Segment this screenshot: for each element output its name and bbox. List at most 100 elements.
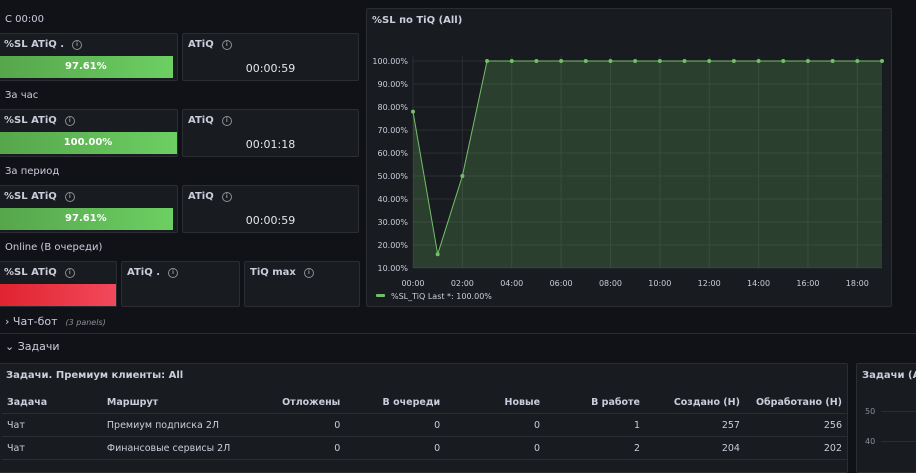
col-header[interactable]: Создано (Н) xyxy=(645,391,745,414)
col-header[interactable]: Задача xyxy=(2,391,102,414)
table-header-row: Задача Маршрут Отложены В очереди Новые … xyxy=(2,391,847,414)
data-point xyxy=(855,59,860,63)
info-icon[interactable]: i xyxy=(64,268,75,278)
gauge-bar-red xyxy=(0,284,116,306)
gauge-bar: 97.61% xyxy=(0,56,173,78)
data-point xyxy=(731,59,736,63)
y-tick-label: 40 xyxy=(865,437,876,446)
stat-panel-sl-atiq-today[interactable]: %SL ATiQ .i 97.61% xyxy=(0,33,178,81)
side-panel-title: Задачи (All) xyxy=(862,370,916,381)
col-header[interactable]: Обработано (Н) xyxy=(744,391,847,414)
y-tick-label: 80.00% xyxy=(377,103,408,112)
section-label-hour: За час xyxy=(5,90,39,101)
data-point xyxy=(460,174,465,178)
table-row: Чат Премиум подписка 2Л 0 0 0 1 257 256 xyxy=(2,413,847,437)
x-tick-label: 16:00 xyxy=(796,279,819,288)
x-tick-label: 14:00 xyxy=(747,279,770,288)
cell: 0 xyxy=(235,413,346,437)
y-tick-label: 70.00% xyxy=(377,126,408,135)
panel-title: ATiQ i xyxy=(188,191,232,202)
info-icon[interactable]: i xyxy=(221,192,232,202)
table-panel-premium[interactable]: Задачи. Премиум клиенты: All Задача Марш… xyxy=(0,363,848,473)
stat-value: 00:00:59 xyxy=(245,62,296,75)
info-icon[interactable]: i xyxy=(72,40,83,50)
data-point xyxy=(781,59,786,63)
row-header-tasks[interactable]: ⌄ Задачи xyxy=(5,340,60,353)
data-point xyxy=(509,59,514,63)
cell: 204 xyxy=(645,436,745,460)
stat-panel-atiq-period[interactable]: ATiQ i 00:00:59 xyxy=(182,185,359,233)
panel-title: %SL ATiQ .i xyxy=(4,39,83,50)
info-icon[interactable]: i xyxy=(303,268,314,278)
data-point xyxy=(435,252,440,257)
y-tick-label: 20.00% xyxy=(377,241,408,250)
cell: 256 xyxy=(744,413,847,437)
x-tick-label: 12:00 xyxy=(698,279,721,288)
x-tick-label: 10:00 xyxy=(648,279,671,288)
stat-panel-atiq-online[interactable]: ATiQ .i xyxy=(121,261,240,307)
info-icon[interactable]: i xyxy=(168,268,178,278)
info-icon[interactable]: i xyxy=(221,116,232,126)
y-tick-label: 50 xyxy=(865,407,876,416)
cell: 0 xyxy=(445,436,546,460)
panel-title: ATiQ .i xyxy=(127,267,178,278)
data-point xyxy=(633,59,638,63)
info-icon[interactable]: i xyxy=(64,192,75,202)
panel-title: %SL ATiQ i xyxy=(4,267,75,278)
chevron-down-icon: ⌄ xyxy=(5,340,15,353)
cell: 2 xyxy=(545,436,645,460)
y-tick-label: 90.00% xyxy=(377,80,408,89)
cell: 0 xyxy=(345,413,446,437)
table-title: Задачи. Премиум клиенты: All xyxy=(6,370,184,381)
stat-panel-atiq-today[interactable]: ATiQ i 00:00:59 xyxy=(182,33,359,81)
col-header[interactable]: Отложены xyxy=(235,391,346,414)
panel-title: ATiQ i xyxy=(188,39,232,50)
grid-line xyxy=(881,441,916,442)
y-tick-label: 40.00% xyxy=(377,195,408,204)
chart-svg: 10.00% 20.00% 30.00% 40.00% 50.00% 60.00% 70.0… xyxy=(372,56,884,301)
side-panel-tasks-all[interactable]: Задачи (All) 50 40 xyxy=(856,363,916,473)
panel-title: ATiQ i xyxy=(188,115,232,126)
row-header-chatbot[interactable]: › Чат-бот (3 panels) xyxy=(5,315,106,328)
cell: 0 xyxy=(235,436,346,460)
info-icon[interactable]: i xyxy=(64,116,75,126)
x-tick-label: 08:00 xyxy=(599,279,622,288)
y-tick-label: 60.00% xyxy=(377,149,408,158)
legend-swatch xyxy=(376,294,385,297)
data-point xyxy=(559,59,564,63)
section-label-today: С 00:00 xyxy=(5,14,44,25)
stat-panel-sl-atiq-hour[interactable]: %SL ATiQ i 100.00% xyxy=(0,109,178,157)
panel-title: %SL ATiQ i xyxy=(4,115,75,126)
y-tick-label: 100.00% xyxy=(372,57,408,66)
row-divider xyxy=(0,333,916,334)
col-header[interactable]: Новые xyxy=(445,391,546,414)
stat-panel-sl-atiq-online[interactable]: %SL ATiQ i xyxy=(0,261,117,307)
gauge-bar: 100.00% xyxy=(0,132,177,154)
gauge-bar: 97.61% xyxy=(0,208,173,230)
cell: 0 xyxy=(345,436,446,460)
data-point xyxy=(707,59,712,63)
y-tick-label: 10.00% xyxy=(377,264,408,273)
cell: 1 xyxy=(545,413,645,437)
chart-panel-sl-tiq[interactable]: %SL по TiQ (All) 10.00% 20.00% 30.00% 40.00… xyxy=(366,8,892,307)
col-header[interactable]: Маршрут xyxy=(101,391,236,414)
data-point xyxy=(534,59,539,63)
stat-value: 00:01:18 xyxy=(245,138,296,151)
cell: Премиум подписка 2Л xyxy=(101,413,236,437)
col-header[interactable]: В работе xyxy=(545,391,645,414)
data-point xyxy=(583,59,588,63)
cell: 0 xyxy=(445,413,546,437)
stat-panel-sl-atiq-period[interactable]: %SL ATiQ i 97.61% xyxy=(0,185,178,233)
tasks-table: Задача Маршрут Отложены В очереди Новые … xyxy=(2,391,847,460)
grid-line xyxy=(881,411,916,412)
data-point xyxy=(608,59,613,63)
y-tick-label: 30.00% xyxy=(377,218,408,227)
stat-panel-tiq-max[interactable]: TiQ max i xyxy=(244,261,360,307)
data-point xyxy=(682,59,687,63)
col-header[interactable]: В очереди xyxy=(345,391,446,414)
panel-title: TiQ max i xyxy=(250,267,314,278)
data-point xyxy=(756,59,761,63)
info-icon[interactable]: i xyxy=(221,40,232,50)
row-panel-count: (3 panels) xyxy=(65,318,106,327)
stat-panel-atiq-hour[interactable]: ATiQ i 00:01:18 xyxy=(182,109,359,157)
